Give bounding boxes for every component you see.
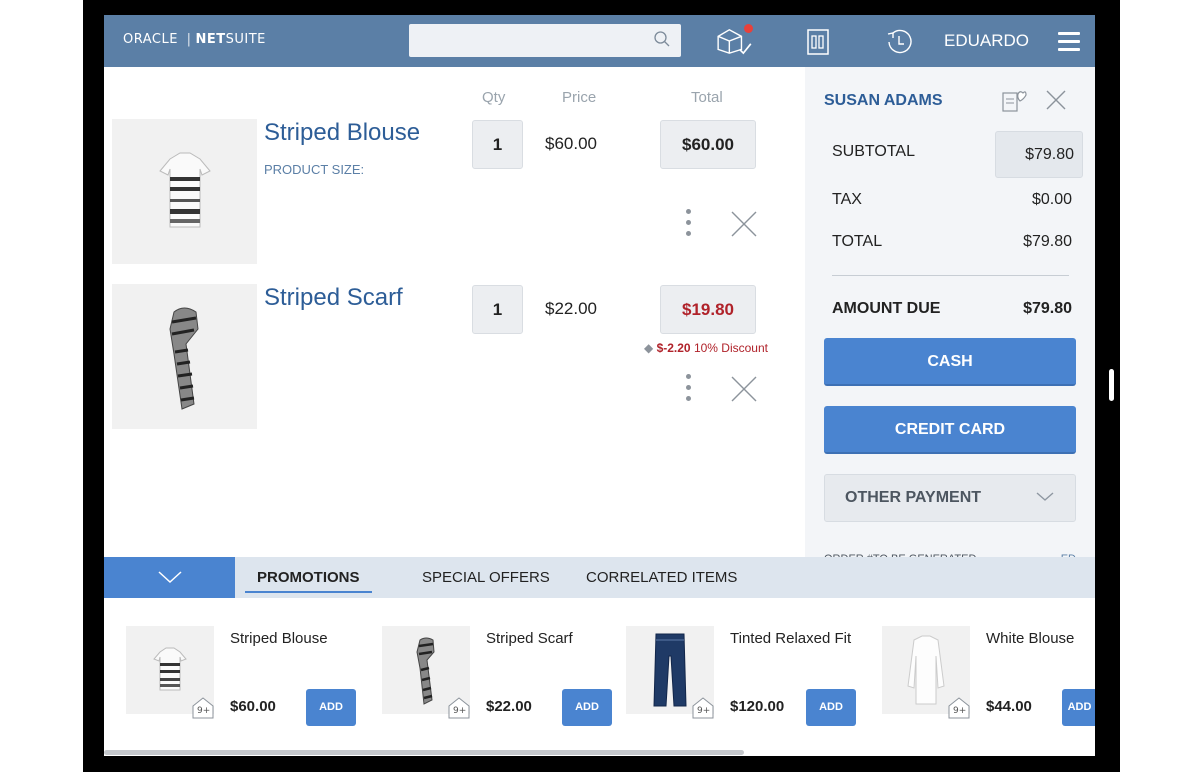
promo-title: Striped Scarf	[486, 630, 573, 647]
subtotal-label: SUBTOTAL	[832, 143, 915, 160]
inventory-count: 9+	[453, 706, 467, 716]
promo-price: $22.00	[486, 698, 532, 715]
total-label: TOTAL	[832, 233, 883, 250]
promo-card[interactable]: 9+ Striped Scarf $22.00 ADD	[382, 626, 632, 726]
side-handle	[1109, 369, 1114, 401]
total-row: TOTAL $79.80	[832, 233, 1072, 251]
item-price: $22.00	[545, 299, 597, 318]
netsuite-logo: ORACLE | NETSUITE	[123, 32, 266, 47]
chevron-down-icon	[158, 571, 182, 584]
discount-info: ◆ $-2.20 10% Discount	[644, 341, 768, 355]
cart-panel: Qty Price Total Striped Blouse PRODUCT S…	[104, 67, 805, 557]
tag-icon: ◆	[644, 341, 654, 355]
top-bar: ORACLE | NETSUITE EDUARDO	[104, 15, 1095, 67]
credit-card-button[interactable]: CREDIT CARD	[824, 406, 1076, 454]
total-value: $79.80	[1023, 233, 1072, 250]
add-button[interactable]: ADD	[562, 689, 612, 726]
notification-dot	[744, 24, 753, 33]
amount-due-value: $79.80	[1023, 300, 1072, 317]
add-button[interactable]: ADD	[1062, 689, 1095, 726]
amount-due-label: AMOUNT DUE	[832, 300, 941, 317]
inventory-count: 9+	[697, 706, 711, 716]
logo-suite: SUITE	[225, 32, 266, 47]
inventory-count: 9+	[953, 706, 967, 716]
item-total[interactable]: $60.00	[660, 120, 756, 169]
col-qty-header: Qty	[482, 89, 506, 106]
tab-correlated-items[interactable]: CORRELATED ITEMS	[586, 569, 737, 586]
discount-amount: $-2.20	[656, 341, 691, 355]
promo-card[interactable]: 9+ White Blouse $44.00 ADD	[882, 626, 1095, 726]
qty-field[interactable]: 1	[472, 120, 523, 169]
promotions-list: 9+ Striped Blouse $60.00 ADD 9+ Striped …	[104, 598, 1095, 756]
close-customer-icon[interactable]	[1045, 89, 1067, 111]
order-summary-panel: SUSAN ADAMS SUBTOTAL $79.80 TAX $0.00 TOT…	[805, 67, 1095, 565]
remove-item-icon[interactable]	[729, 374, 759, 404]
discount-text: 10% Discount	[693, 341, 768, 355]
promo-price: $44.00	[986, 698, 1032, 715]
logo-separator: |	[186, 32, 192, 47]
remove-item-icon[interactable]	[729, 209, 759, 239]
horizontal-scrollbar[interactable]	[104, 750, 744, 755]
user-name[interactable]: EDUARDO	[944, 31, 1029, 51]
hamburger-menu-icon[interactable]	[1058, 32, 1080, 51]
cash-button[interactable]: CASH	[824, 338, 1076, 386]
item-name[interactable]: Striped Scarf	[264, 284, 403, 312]
subtotal-value[interactable]: $79.80	[995, 131, 1083, 178]
tab-promotions[interactable]: PROMOTIONS	[245, 569, 372, 593]
logo-oracle: ORACLE	[123, 32, 178, 47]
blouse-image	[159, 152, 211, 228]
register-icon[interactable]	[804, 28, 832, 56]
wishlist-icon[interactable]	[1001, 89, 1027, 113]
promo-title: Striped Blouse	[230, 630, 328, 647]
tax-value: $0.00	[1031, 191, 1072, 208]
search-icon	[654, 31, 670, 47]
item-thumbnail-scarf[interactable]	[112, 284, 257, 429]
tax-row: TAX $0.00	[832, 191, 1072, 209]
customer-name[interactable]: SUSAN ADAMS	[824, 92, 943, 110]
qty-field[interactable]: 1	[472, 285, 523, 334]
product-size-label[interactable]: PRODUCT SIZE:	[264, 162, 364, 177]
logo-net: NET	[195, 32, 226, 47]
inventory-count: 9+	[197, 706, 211, 716]
history-icon[interactable]	[884, 27, 914, 57]
col-total-header: Total	[691, 89, 723, 106]
col-price-header: Price	[562, 89, 597, 106]
tax-label: TAX	[832, 191, 862, 208]
add-button[interactable]: ADD	[306, 689, 356, 726]
promo-title: White Blouse	[986, 630, 1075, 647]
promo-title: Tinted Relaxed Fit	[730, 630, 852, 647]
amount-due-row: AMOUNT DUE $79.80	[832, 300, 1072, 318]
item-thumbnail-blouse[interactable]	[112, 119, 257, 264]
suggestions-tab-bar: PROMOTIONS SPECIAL OFFERS CORRELATED ITE…	[104, 557, 1095, 598]
other-payment-label: OTHER PAYMENT	[845, 489, 982, 506]
other-payment-dropdown[interactable]: OTHER PAYMENT	[824, 474, 1076, 522]
promo-card[interactable]: 9+ Tinted Relaxed Fit $120.00 ADD	[626, 626, 876, 726]
add-button[interactable]: ADD	[806, 689, 856, 726]
tab-special-offers[interactable]: SPECIAL OFFERS	[422, 569, 550, 586]
promo-price: $120.00	[730, 698, 785, 715]
item-price: $60.00	[545, 134, 597, 153]
chevron-down-icon	[1036, 492, 1054, 501]
scarf-image	[169, 307, 199, 410]
item-total[interactable]: $19.80	[660, 285, 756, 334]
promo-card[interactable]: 9+ Striped Blouse $60.00 ADD	[126, 626, 376, 726]
search-input[interactable]	[409, 24, 681, 57]
item-more-icon[interactable]	[686, 374, 692, 404]
promo-price: $60.00	[230, 698, 276, 715]
pos-screen: ORACLE | NETSUITE EDUARDO Qty Price Total…	[104, 15, 1095, 756]
item-name[interactable]: Striped Blouse	[264, 119, 420, 147]
divider	[832, 275, 1069, 276]
item-more-icon[interactable]	[686, 209, 692, 239]
collapse-panel-button[interactable]	[104, 557, 235, 598]
